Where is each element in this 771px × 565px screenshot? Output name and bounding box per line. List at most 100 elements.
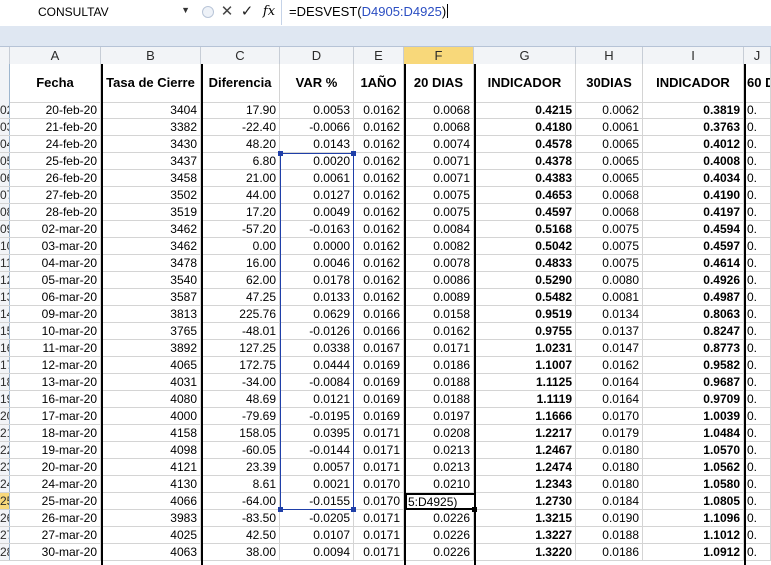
range-handle-tr[interactable] bbox=[351, 151, 356, 156]
row-header[interactable]: 13 bbox=[0, 289, 10, 305]
cell[interactable]: 0.0162 bbox=[354, 255, 404, 271]
formula-input[interactable]: =DESVEST(D4905:D4925) bbox=[281, 0, 771, 25]
row-header[interactable]: 17 bbox=[0, 357, 10, 373]
cell[interactable]: 0.0080 bbox=[576, 272, 643, 288]
cell[interactable]: 1.0570 bbox=[643, 442, 744, 458]
cell[interactable]: 6.80 bbox=[201, 153, 280, 169]
cell[interactable]: 0. bbox=[744, 289, 771, 305]
cell[interactable]: 0.0213 bbox=[404, 459, 474, 475]
cell[interactable]: 0.0071 bbox=[404, 170, 474, 186]
cell[interactable]: 24-mar-20 bbox=[10, 476, 101, 492]
cell[interactable]: 3437 bbox=[101, 153, 201, 169]
cell[interactable]: 3404 bbox=[101, 102, 201, 118]
cell[interactable]: 26-feb-20 bbox=[10, 170, 101, 186]
cell[interactable]: 0.0075 bbox=[404, 187, 474, 203]
cell[interactable]: 0.0170 bbox=[354, 493, 404, 509]
cell[interactable]: 0. bbox=[744, 442, 771, 458]
row-header[interactable] bbox=[0, 64, 10, 102]
range-handle-bl[interactable] bbox=[278, 507, 283, 512]
cell[interactable]: 0. bbox=[744, 459, 771, 475]
cell[interactable]: 0.0171 bbox=[354, 527, 404, 543]
cell[interactable]: 0.0094 bbox=[280, 544, 354, 560]
cell[interactable]: 0. bbox=[744, 102, 771, 118]
cancel-icon[interactable]: ✕ bbox=[219, 2, 235, 22]
cell[interactable]: 0.0171 bbox=[354, 459, 404, 475]
cell[interactable]: 0.5042 bbox=[474, 238, 576, 254]
column-header-c[interactable]: C bbox=[201, 47, 280, 64]
cell[interactable]: 20-feb-20 bbox=[10, 102, 101, 118]
cell[interactable]: 3892 bbox=[101, 340, 201, 356]
cell[interactable]: 26-mar-20 bbox=[10, 510, 101, 526]
cell[interactable]: 0.0078 bbox=[404, 255, 474, 271]
cell[interactable]: 0.0065 bbox=[576, 153, 643, 169]
cell[interactable]: 0.5168 bbox=[474, 221, 576, 237]
cell[interactable]: 0.4008 bbox=[643, 153, 744, 169]
cell[interactable]: 0.0075 bbox=[576, 255, 643, 271]
cell[interactable]: 0.0068 bbox=[404, 119, 474, 135]
cell[interactable]: 0. bbox=[744, 238, 771, 254]
cell[interactable]: 4025 bbox=[101, 527, 201, 543]
cell[interactable]: 158.05 bbox=[201, 425, 280, 441]
cell[interactable]: 0.0186 bbox=[576, 544, 643, 560]
cell[interactable]: 0.00 bbox=[201, 238, 280, 254]
column-header-b[interactable]: B bbox=[101, 47, 201, 64]
header-cell[interactable]: Tasa de Cierre bbox=[101, 64, 201, 102]
name-box[interactable]: CONSULTAV ▼ bbox=[0, 2, 196, 22]
column-header-a[interactable]: A bbox=[10, 47, 101, 64]
cell[interactable]: 23.39 bbox=[201, 459, 280, 475]
cell[interactable]: 0.0071 bbox=[404, 153, 474, 169]
chevron-down-icon[interactable]: ▼ bbox=[181, 5, 190, 15]
cell[interactable]: 0.0169 bbox=[354, 408, 404, 424]
cell[interactable]: 1.2343 bbox=[474, 476, 576, 492]
cell[interactable]: 225.76 bbox=[201, 306, 280, 322]
cell[interactable]: 3430 bbox=[101, 136, 201, 152]
cell[interactable]: 03-mar-20 bbox=[10, 238, 101, 254]
cell[interactable]: 0. bbox=[744, 119, 771, 135]
cell[interactable]: 0.0086 bbox=[404, 272, 474, 288]
fill-handle[interactable] bbox=[472, 507, 477, 512]
cell[interactable]: 0. bbox=[744, 153, 771, 169]
cell[interactable]: 17-mar-20 bbox=[10, 408, 101, 424]
cell[interactable]: 0.0162 bbox=[354, 119, 404, 135]
cell[interactable]: 3478 bbox=[101, 255, 201, 271]
row-header[interactable]: 26 bbox=[0, 510, 10, 526]
header-cell[interactable]: 30DIAS bbox=[576, 64, 643, 102]
cell[interactable]: 0.8063 bbox=[643, 306, 744, 322]
row-header[interactable]: 21 bbox=[0, 425, 10, 441]
cell[interactable]: 0.9519 bbox=[474, 306, 576, 322]
cell[interactable]: 0.0226 bbox=[404, 527, 474, 543]
cell[interactable]: 0.0169 bbox=[354, 357, 404, 373]
cell[interactable]: 3502 bbox=[101, 187, 201, 203]
cell[interactable]: 0.0171 bbox=[354, 425, 404, 441]
cell[interactable]: 0.0167 bbox=[354, 340, 404, 356]
cell[interactable]: 0.4653 bbox=[474, 187, 576, 203]
cell[interactable]: 0.0164 bbox=[576, 391, 643, 407]
cell[interactable]: 17.20 bbox=[201, 204, 280, 220]
cell[interactable]: 0.4578 bbox=[474, 136, 576, 152]
cell[interactable]: 48.20 bbox=[201, 136, 280, 152]
row-header[interactable]: 12 bbox=[0, 272, 10, 288]
row-header[interactable]: 19 bbox=[0, 391, 10, 407]
cell[interactable]: 0.0208 bbox=[404, 425, 474, 441]
cell[interactable]: 0.0162 bbox=[354, 187, 404, 203]
cell[interactable]: 0.0162 bbox=[354, 289, 404, 305]
cell[interactable]: 0. bbox=[744, 306, 771, 322]
cell[interactable]: 4066 bbox=[101, 493, 201, 509]
cell[interactable]: 4063 bbox=[101, 544, 201, 560]
cell[interactable]: 8.61 bbox=[201, 476, 280, 492]
cell[interactable]: 0.0075 bbox=[576, 238, 643, 254]
cell[interactable]: 0.0190 bbox=[576, 510, 643, 526]
cell[interactable]: 0.5290 bbox=[474, 272, 576, 288]
cell[interactable]: 0.4197 bbox=[643, 204, 744, 220]
cell[interactable]: 4000 bbox=[101, 408, 201, 424]
cell[interactable]: 0.0166 bbox=[354, 323, 404, 339]
cell[interactable]: 27-feb-20 bbox=[10, 187, 101, 203]
cell[interactable]: 0.0162 bbox=[354, 102, 404, 118]
cell[interactable]: 1.2730 bbox=[474, 493, 576, 509]
cell[interactable]: 0.0210 bbox=[404, 476, 474, 492]
cell[interactable]: 27-mar-20 bbox=[10, 527, 101, 543]
cell[interactable]: -60.05 bbox=[201, 442, 280, 458]
cell[interactable]: 47.25 bbox=[201, 289, 280, 305]
column-header-g[interactable]: G bbox=[474, 47, 576, 64]
cell[interactable]: 09-mar-20 bbox=[10, 306, 101, 322]
